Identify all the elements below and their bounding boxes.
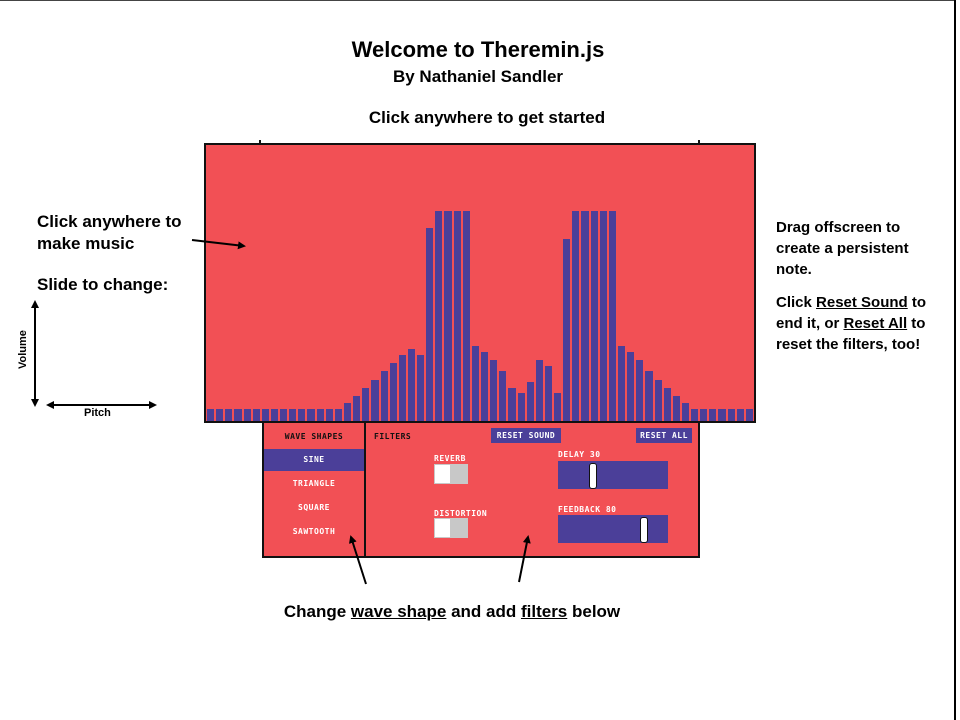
click-music-arrow — [191, 239, 246, 250]
annotation-arrows — [31, 239, 531, 585]
filters-arrow — [518, 535, 531, 583]
wave-shape-arrow — [349, 535, 367, 585]
